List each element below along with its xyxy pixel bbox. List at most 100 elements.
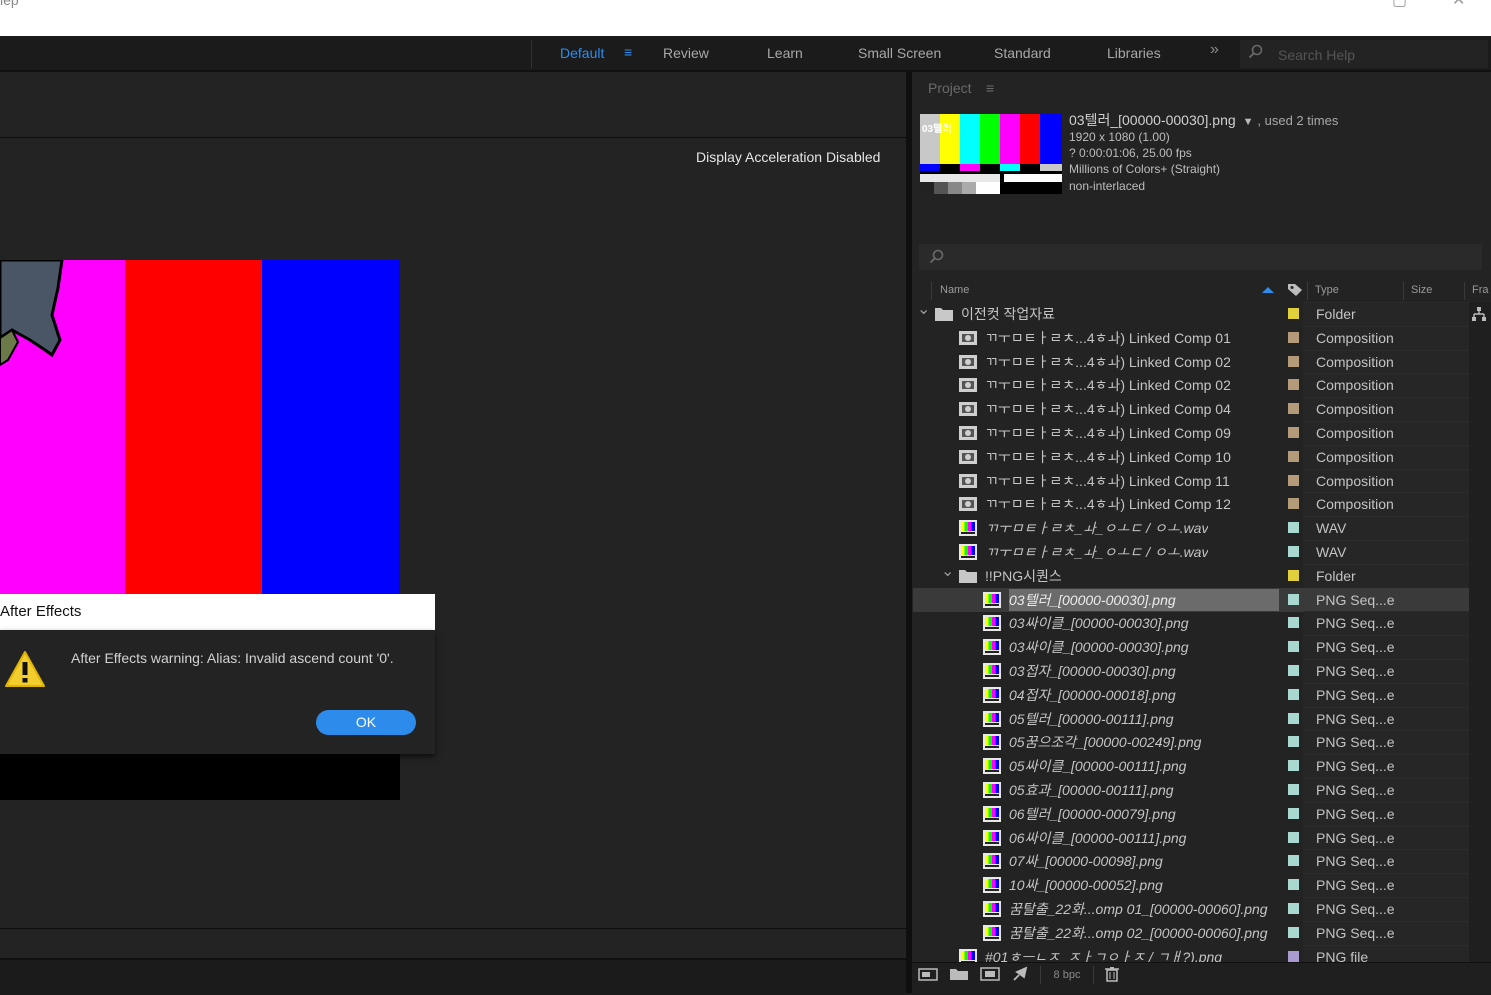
- label-color-swatch[interactable]: [1288, 355, 1299, 367]
- project-item-row[interactable]: 03싸이클_[00000-00030].png PNG Seq...e: [913, 611, 1469, 637]
- label-color-swatch[interactable]: [1288, 593, 1299, 605]
- tab-project[interactable]: Project: [928, 80, 972, 96]
- composition-icon: [959, 354, 977, 369]
- label-color-swatch[interactable]: [1288, 450, 1299, 462]
- label-color-swatch[interactable]: [1288, 522, 1299, 534]
- workspace-standard[interactable]: Standard: [994, 45, 1051, 61]
- project-item-row[interactable]: 03접자_[00000-00030].png PNG Seq...e: [913, 659, 1469, 684]
- project-item-row[interactable]: 꿈탈출_22화...omp 02_[00000-00060].png PNG Se…: [913, 920, 1469, 946]
- column-name[interactable]: Name: [940, 284, 969, 296]
- label-color-swatch[interactable]: [1288, 784, 1299, 795]
- project-item-row[interactable]: 05싸이클_[00000-00111].png PNG Seq...e: [913, 754, 1469, 780]
- workspace-learn[interactable]: Learn: [767, 45, 803, 61]
- item-type: PNG Seq...e: [1316, 877, 1395, 894]
- label-color-swatch[interactable]: [1288, 855, 1299, 867]
- item-name: 꿈탈출_22화...omp 01_[00000-00060].png: [1009, 901, 1268, 917]
- trash-icon[interactable]: [1102, 966, 1122, 982]
- label-color-swatch[interactable]: [1288, 903, 1299, 914]
- project-item-row[interactable]: 06싸이클_[00000-00111].png PNG Seq...e: [913, 825, 1469, 851]
- label-color-swatch[interactable]: [1288, 665, 1299, 676]
- bit-depth-button[interactable]: 8 bpc: [1040, 966, 1094, 984]
- interpret-footage-icon[interactable]: [918, 966, 938, 982]
- workspace-default[interactable]: Default: [560, 45, 604, 61]
- column-type[interactable]: Type: [1315, 284, 1339, 296]
- new-folder-icon[interactable]: [949, 966, 969, 982]
- usage-dropdown-icon[interactable]: ▼: [1240, 116, 1254, 128]
- workspace-review[interactable]: Review: [663, 45, 709, 61]
- project-search-field[interactable]: [919, 244, 1482, 270]
- project-item-row[interactable]: ㄲㅜㅁㅌㅏㄹㅊ...4ㅎㅘ) Linked Comp 12 Composition: [913, 492, 1469, 518]
- project-folder-row[interactable]: ⌄ !!PNG시퀀스 Folder: [913, 561, 1469, 589]
- more-workspaces-icon[interactable]: »: [1210, 41, 1219, 59]
- divider: [1307, 282, 1308, 300]
- search-help-box[interactable]: [1240, 40, 1488, 68]
- label-color-swatch[interactable]: [1288, 617, 1299, 629]
- project-item-row[interactable]: 03싸이클_[00000-00030].png PNG Seq...e: [913, 635, 1469, 661]
- project-item-row[interactable]: ㄲㅜㅁㅌㅏㄹㅊ...4ㅎㅘ) Linked Comp 10 Composition: [913, 444, 1469, 470]
- project-item-row[interactable]: 05텔러_[00000-00111].png PNG Seq...e: [913, 706, 1469, 732]
- label-color-swatch[interactable]: [1288, 926, 1299, 938]
- item-name: 03싸이클_[00000-00030].png: [1009, 639, 1189, 656]
- label-color-swatch[interactable]: [1288, 331, 1299, 343]
- flowchart-icon[interactable]: [1471, 306, 1487, 322]
- item-name: 이전컷 작업자료: [961, 306, 1056, 322]
- project-item-row[interactable]: ㄲㅜㅁㅌㅏㄹㅊ...4ㅎㅘ) Linked Comp 01 Composition: [913, 325, 1469, 351]
- label-color-swatch[interactable]: [1288, 427, 1299, 438]
- project-item-row[interactable]: 05꿈으조각_[00000-00249].png PNG Seq...e: [913, 730, 1469, 756]
- column-frame-rate[interactable]: Fra: [1472, 284, 1489, 296]
- label-color-swatch[interactable]: [1288, 308, 1299, 319]
- ok-button[interactable]: OK: [316, 710, 416, 735]
- project-item-row[interactable]: 꿈탈출_22화...omp 01_[00000-00060].png PNG Se…: [913, 897, 1469, 922]
- column-size[interactable]: Size: [1411, 284, 1432, 296]
- label-color-swatch[interactable]: [1288, 474, 1299, 486]
- workspace-small-screen[interactable]: Small Screen: [858, 45, 941, 61]
- project-item-row[interactable]: 04접자_[00000-00018].png PNG Seq...e: [913, 682, 1469, 708]
- label-color-swatch[interactable]: [1288, 712, 1299, 724]
- label-color-swatch[interactable]: [1288, 641, 1299, 653]
- label-color-swatch[interactable]: [1288, 831, 1299, 843]
- project-item-row[interactable]: 07싸_[00000-00098].png PNG Seq...e: [913, 849, 1469, 875]
- composition-icon: [959, 497, 977, 512]
- label-color-swatch[interactable]: [1288, 879, 1299, 891]
- project-item-row[interactable]: ㄲㅜㅁㅌㅏㄹㅊ_ㅘ_ㅇㅗㄷ / ㅇㅗ.wav WAV: [913, 516, 1469, 542]
- label-color-swatch[interactable]: [1288, 546, 1299, 557]
- label-color-swatch[interactable]: [1288, 736, 1299, 748]
- folder-expand-icon[interactable]: ⌄: [917, 299, 930, 319]
- item-name: ㄲㅜㅁㅌㅏㄹㅊ...4ㅎㅘ) Linked Comp 04: [985, 401, 1231, 418]
- project-item-row[interactable]: ㄲㅜㅁㅌㅏㄹㅊ...4ㅎㅘ) Linked Comp 02 Composition: [913, 349, 1469, 375]
- panel-menu-icon[interactable]: ≡: [986, 80, 994, 96]
- label-color-swatch[interactable]: [1288, 807, 1299, 819]
- label-color-swatch[interactable]: [1288, 688, 1299, 700]
- label-color-swatch[interactable]: [1288, 403, 1299, 415]
- dialog-title-bar[interactable]: After Effects: [0, 594, 435, 630]
- help-menu[interactable]: lep: [0, 0, 19, 8]
- folder-expand-icon[interactable]: ⌄: [941, 561, 954, 581]
- label-color-swatch[interactable]: [1288, 379, 1299, 391]
- project-item-row[interactable]: 03텔러_[00000-00030].png PNG Seq...e: [913, 587, 1469, 612]
- project-item-row[interactable]: ㄲㅜㅁㅌㅏㄹㅊ...4ㅎㅘ) Linked Comp 02 Composition: [913, 373, 1469, 399]
- workspace-menu-icon[interactable]: ≡: [624, 44, 632, 60]
- divider: [931, 282, 932, 300]
- project-item-row[interactable]: 10싸_[00000-00052].png PNG Seq...e: [913, 873, 1469, 899]
- label-color-swatch[interactable]: [1288, 569, 1299, 581]
- label-color-swatch[interactable]: [1288, 760, 1299, 772]
- label-color-swatch[interactable]: [1288, 950, 1299, 962]
- project-item-row[interactable]: ㄲㅜㅁㅌㅏㄹㅊ...4ㅎㅘ) Linked Comp 04 Composition: [913, 397, 1469, 423]
- project-item-row[interactable]: 06텔러_[00000-00079].png PNG Seq...e: [913, 801, 1469, 827]
- project-folder-row[interactable]: ⌄ 이전컷 작업자료 Folder: [913, 299, 1469, 327]
- project-item-row[interactable]: 05효과_[00000-00111].png PNG Seq...e: [913, 778, 1469, 803]
- project-item-row[interactable]: ㄲㅜㅁㅌㅏㄹㅊ...4ㅎㅘ) Linked Comp 09 Composition: [913, 421, 1469, 446]
- project-item-row[interactable]: ㄲㅜㅁㅌㅏㄹㅊ...4ㅎㅘ) Linked Comp 11 Composition: [913, 468, 1469, 494]
- render-queue-icon[interactable]: [1011, 966, 1031, 982]
- project-item-row[interactable]: ㄲㅜㅁㅌㅏㄹㅊ_ㅘ_ㅇㅗㄷ / ㅇㅗ.wav WAV: [913, 540, 1469, 565]
- workspace-libraries[interactable]: Libraries: [1107, 45, 1161, 61]
- search-help-input[interactable]: [1276, 43, 1480, 67]
- label-tag-icon[interactable]: [1287, 283, 1303, 297]
- close-icon[interactable]: ✕: [1452, 0, 1465, 10]
- label-color-swatch[interactable]: [1288, 498, 1299, 510]
- new-composition-icon[interactable]: [980, 966, 1000, 982]
- sort-ascending-icon[interactable]: [1261, 286, 1275, 294]
- maximize-icon[interactable]: ▢: [1392, 0, 1407, 10]
- item-name: 04접자_[00000-00018].png: [1009, 686, 1176, 703]
- item-name: ㄲㅜㅁㅌㅏㄹㅊ...4ㅎㅘ) Linked Comp 01: [985, 329, 1231, 346]
